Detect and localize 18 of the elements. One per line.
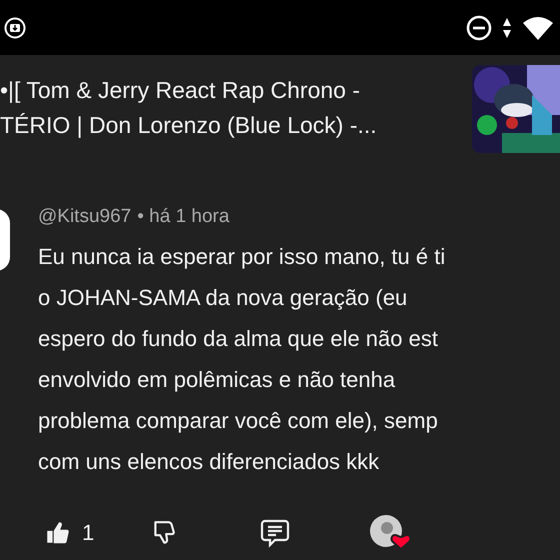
download-icon — [4, 16, 26, 38]
comment-time: • há 1 hora — [137, 205, 230, 229]
data-arrows-icon — [502, 16, 512, 38]
video-title[interactable]: TÉRIO | Don Lorenzo (Blue Lock) -... — [0, 108, 472, 143]
comment-icon — [260, 518, 290, 548]
like-button[interactable]: 1 — [44, 516, 94, 549]
comment-text: envolvido em polêmicas e não tenha — [38, 366, 396, 394]
avatar[interactable] — [0, 209, 10, 271]
reply-button[interactable] — [260, 518, 290, 548]
do-not-disturb-icon — [466, 14, 492, 40]
comment-text: Eu nunca ia esperar por isso mano, tu é ti — [38, 242, 446, 271]
comment-text: com uns elencos diferenciados kkk — [38, 448, 380, 476]
comment-author[interactable]: @Kitsu967 — [38, 203, 132, 232]
comment-text: problema comparar você com ele), semp — [38, 406, 439, 435]
wifi-icon — [522, 14, 554, 40]
comment-text: o JOHAN-SAMA da nova geração (eu — [38, 284, 408, 312]
comment-text: espero do fundo da alma que ele não est — [38, 324, 439, 353]
video-title[interactable]: •|[ Tom & Jerry React Rap Chrono - — [0, 73, 472, 108]
